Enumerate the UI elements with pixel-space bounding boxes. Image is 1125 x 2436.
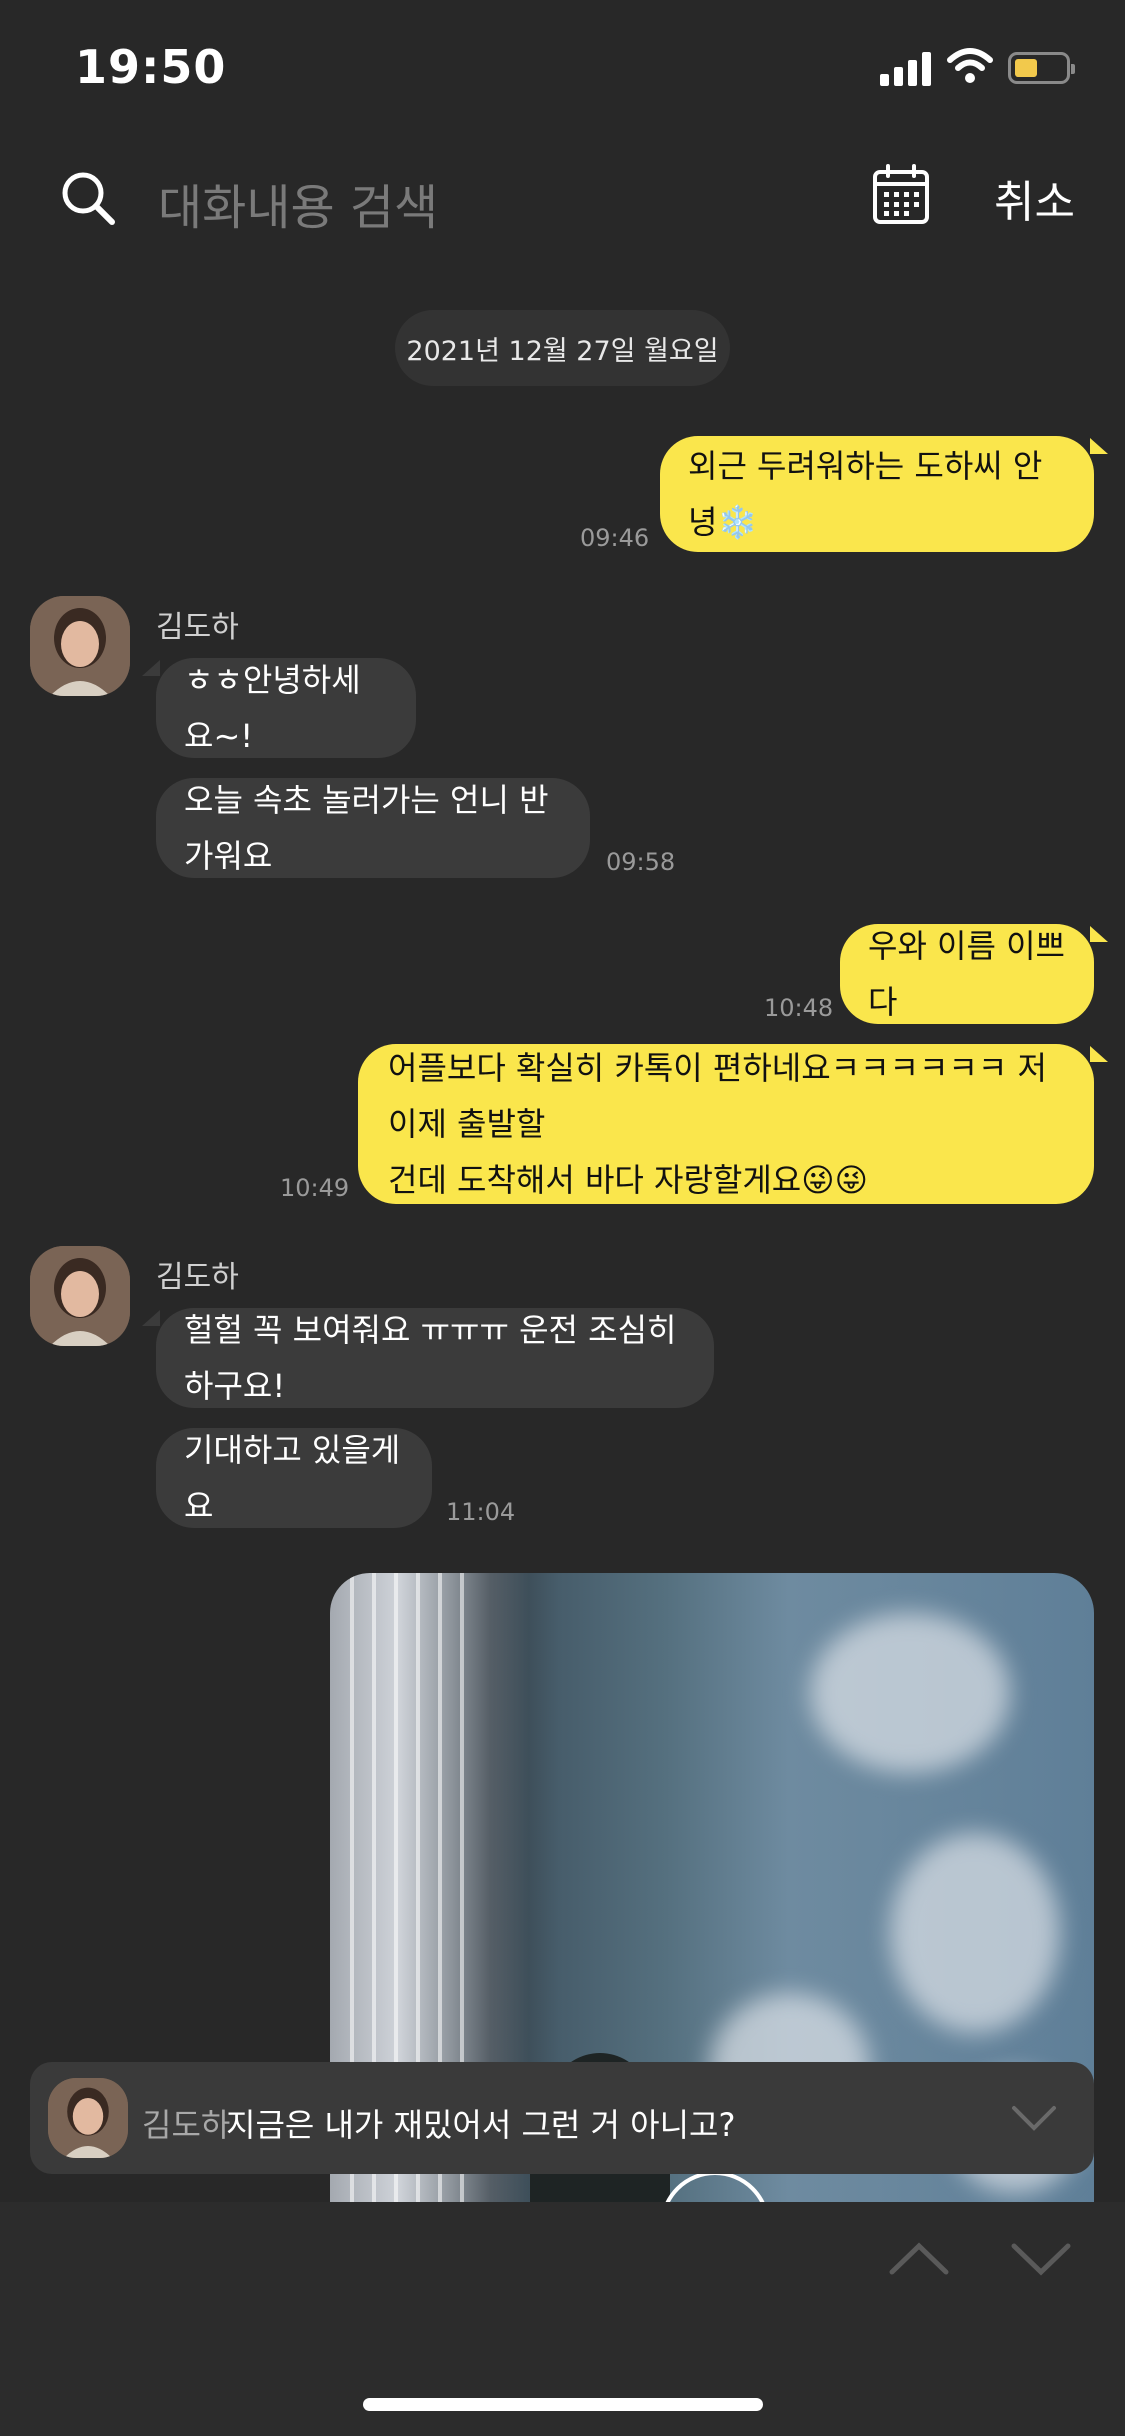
- date-separator: 2021년 12월 27일 월요일: [395, 310, 730, 386]
- message-text: ㅎㅎ안녕하세요~!: [184, 661, 361, 755]
- search-icon[interactable]: [58, 168, 118, 228]
- avatar: [48, 2078, 128, 2158]
- message-text-line: 어플보다 확실히 카톡이 편하네요ㅋㅋㅋㅋㅋㅋ 저 이제 출발할: [388, 1049, 1047, 1143]
- cancel-button[interactable]: 취소: [994, 166, 1075, 230]
- message-text: 외근 두려워하는 도하씨 안녕❄️: [688, 447, 1043, 541]
- incoming-message-bubble[interactable]: 기대하고 있을게요: [156, 1428, 432, 1528]
- incoming-message-bubble[interactable]: ㅎㅎ안녕하세요~!: [156, 658, 416, 758]
- my-message-bubble[interactable]: 어플보다 확실히 카톡이 편하네요ㅋㅋㅋㅋㅋㅋ 저 이제 출발할 건데 도착해서…: [358, 1044, 1094, 1204]
- message-timestamp: 10:49: [280, 1174, 350, 1202]
- message-text: 헐헐 꼭 보여줘요 ㅠㅠㅠ 운전 조심히 하구요!: [184, 1311, 677, 1405]
- sender-name: 김도하: [156, 610, 239, 645]
- chevron-down-icon[interactable]: [1010, 2100, 1058, 2136]
- message-timestamp: 10:48: [764, 994, 834, 1022]
- message-text: 기대하고 있을게요: [184, 1431, 401, 1525]
- my-message-bubble[interactable]: 우와 이름 이쁘다: [840, 924, 1094, 1024]
- avatar[interactable]: [30, 596, 130, 696]
- message-text: 우와 이름 이쁘다: [868, 927, 1065, 1021]
- message-timestamp: 09:58: [606, 848, 676, 876]
- result-sender-name: 김도하: [142, 2106, 231, 2144]
- bubble-tail: [1090, 926, 1108, 942]
- incoming-message-bubble[interactable]: 오늘 속초 놀러가는 언니 반가워요: [156, 778, 590, 878]
- chevron-up-icon[interactable]: [888, 2238, 950, 2278]
- profile-photo: [30, 1246, 130, 1346]
- message-timestamp: 09:46: [580, 524, 650, 552]
- wifi-icon: [947, 48, 993, 83]
- message-text-line: 건데 도착해서 바다 자랑할게요😜😜: [388, 1161, 868, 1199]
- calendar-icon[interactable]: [872, 164, 930, 226]
- result-message-text: 지금은 내가 재밌어서 그런 거 아니고?: [226, 2106, 736, 2144]
- bubble-tail: [1090, 438, 1108, 454]
- avatar[interactable]: [30, 1246, 130, 1346]
- photo-cloud: [810, 1613, 1010, 1773]
- chevron-down-icon[interactable]: [1010, 2238, 1072, 2278]
- bubble-tail: [142, 660, 160, 676]
- signal-icon: [880, 52, 934, 86]
- battery-icon: [1008, 52, 1075, 84]
- home-indicator[interactable]: [363, 2398, 763, 2411]
- photo-cloud: [890, 1833, 1060, 2033]
- message-text: 오늘 속초 놀러가는 언니 반가워요: [184, 781, 549, 875]
- message-timestamp: 11:04: [446, 1498, 516, 1526]
- incoming-message-bubble[interactable]: 헐헐 꼭 보여줘요 ㅠㅠㅠ 운전 조심히 하구요!: [156, 1308, 714, 1408]
- bubble-tail: [142, 1310, 160, 1326]
- search-input[interactable]: 대화내용 검색: [158, 168, 438, 238]
- profile-photo: [48, 2078, 128, 2158]
- play-overlay-ring: [660, 2171, 770, 2203]
- status-time: 19:50: [75, 40, 227, 94]
- sender-name: 김도하: [156, 1260, 239, 1295]
- search-result-bar[interactable]: 김도하 지금은 내가 재밌어서 그런 거 아니고?: [30, 2062, 1094, 2174]
- profile-photo: [30, 596, 130, 696]
- my-message-bubble[interactable]: 외근 두려워하는 도하씨 안녕❄️: [660, 436, 1094, 552]
- bubble-tail: [1090, 1046, 1108, 1062]
